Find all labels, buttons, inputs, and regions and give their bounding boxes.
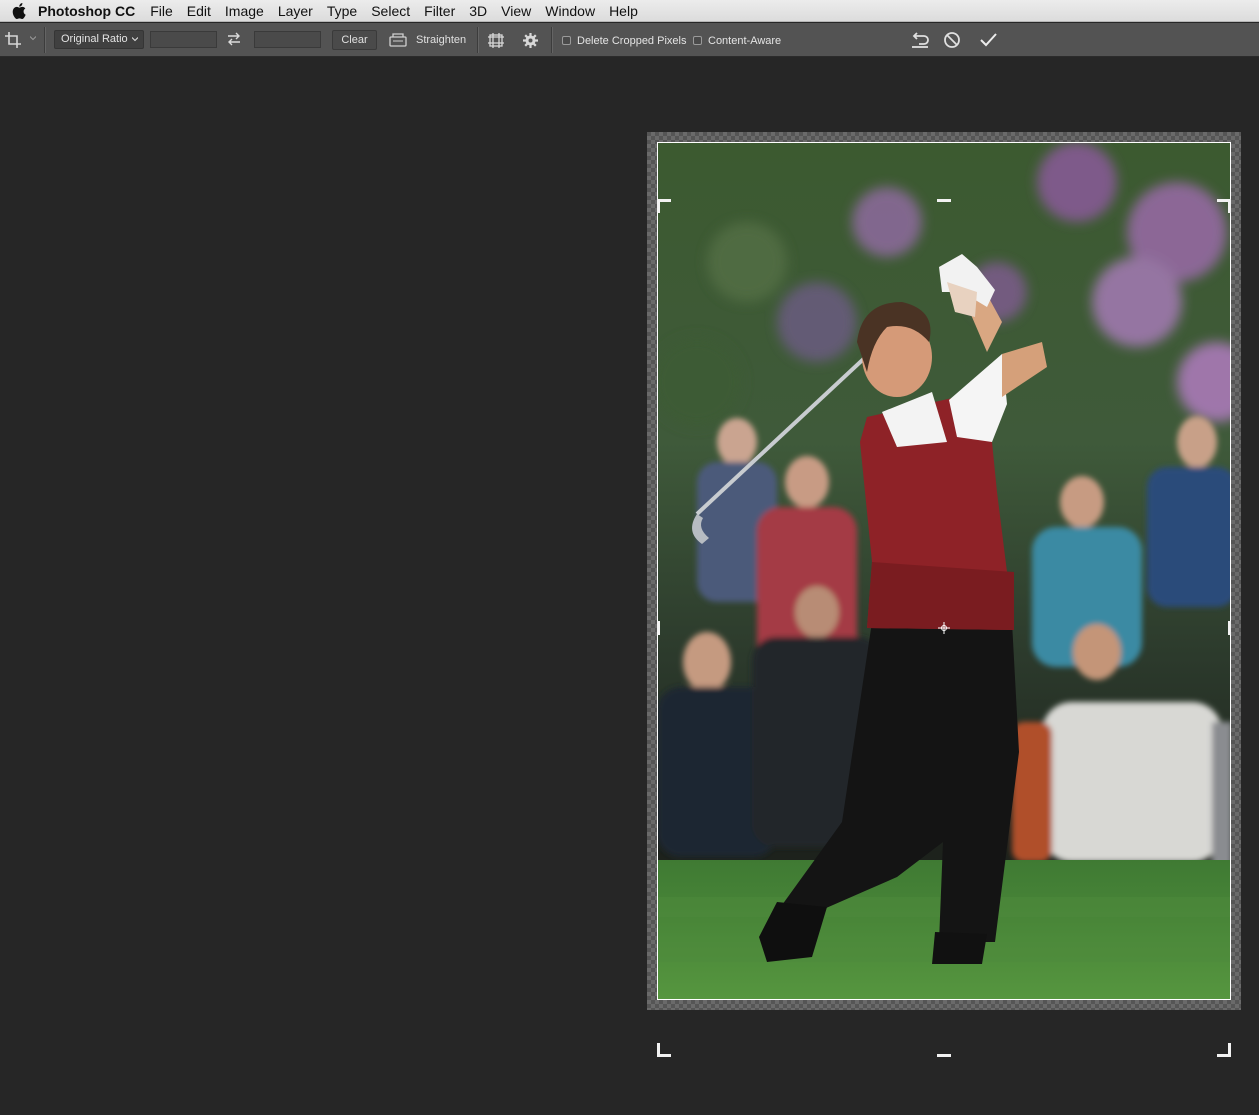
crop-handle-top[interactable]: [937, 199, 951, 202]
cancel-icon[interactable]: [943, 31, 961, 49]
menu-3d[interactable]: 3D: [462, 0, 494, 22]
delete-cropped-pixels-checkbox[interactable]: [562, 36, 571, 45]
menu-image[interactable]: Image: [218, 0, 271, 22]
checkmark-icon[interactable]: [978, 31, 998, 49]
crop-tool-icon[interactable]: [4, 31, 26, 49]
crop-handle-top-left[interactable]: [657, 199, 671, 202]
clear-button[interactable]: Clear: [332, 30, 377, 50]
gear-icon[interactable]: [522, 32, 539, 49]
menu-view[interactable]: View: [494, 0, 538, 22]
menu-bar: Photoshop CC File Edit Image Layer Type …: [0, 0, 1259, 22]
level-icon[interactable]: [389, 33, 407, 47]
tool-preset-chevron-icon[interactable]: [30, 35, 36, 41]
divider: [477, 27, 479, 53]
crop-width-field[interactable]: [150, 31, 217, 48]
crop-center-icon: [938, 622, 950, 634]
menu-filter[interactable]: Filter: [417, 0, 462, 22]
crop-handle-bottom-right[interactable]: [1217, 1054, 1231, 1057]
menu-edit[interactable]: Edit: [180, 0, 218, 22]
menu-window[interactable]: Window: [538, 0, 602, 22]
crop-options-bar: Original Ratio Clear Straighten Delete C…: [0, 23, 1259, 57]
content-aware-checkbox[interactable]: [693, 36, 702, 45]
chevron-down-icon: [132, 37, 138, 42]
aspect-ratio-select[interactable]: Original Ratio: [54, 30, 144, 49]
delete-cropped-pixels-label[interactable]: Delete Cropped Pixels: [577, 35, 686, 47]
crop-handle-top-right[interactable]: [1217, 199, 1231, 202]
grid-overlay-icon[interactable]: [487, 32, 505, 49]
reset-icon[interactable]: [910, 31, 930, 49]
document-image[interactable]: [657, 142, 1231, 1000]
swap-icon[interactable]: [226, 32, 242, 46]
divider: [551, 27, 553, 53]
menu-help[interactable]: Help: [602, 0, 645, 22]
crop-handle-bottom[interactable]: [937, 1054, 951, 1057]
content-aware-label[interactable]: Content-Aware: [708, 35, 781, 47]
aspect-ratio-value: Original Ratio: [61, 33, 128, 45]
menu-type[interactable]: Type: [320, 0, 364, 22]
menu-app-name[interactable]: Photoshop CC: [38, 0, 143, 22]
menu-select[interactable]: Select: [364, 0, 417, 22]
crop-handle-bottom-left[interactable]: [657, 1054, 671, 1057]
crop-handle-right[interactable]: [1228, 621, 1231, 635]
menu-layer[interactable]: Layer: [271, 0, 320, 22]
crop-handle-left[interactable]: [657, 621, 660, 635]
straighten-label[interactable]: Straighten: [416, 34, 466, 46]
apple-icon[interactable]: [0, 2, 38, 19]
menu-file[interactable]: File: [143, 0, 180, 22]
crop-height-field[interactable]: [254, 31, 321, 48]
divider: [44, 27, 46, 53]
